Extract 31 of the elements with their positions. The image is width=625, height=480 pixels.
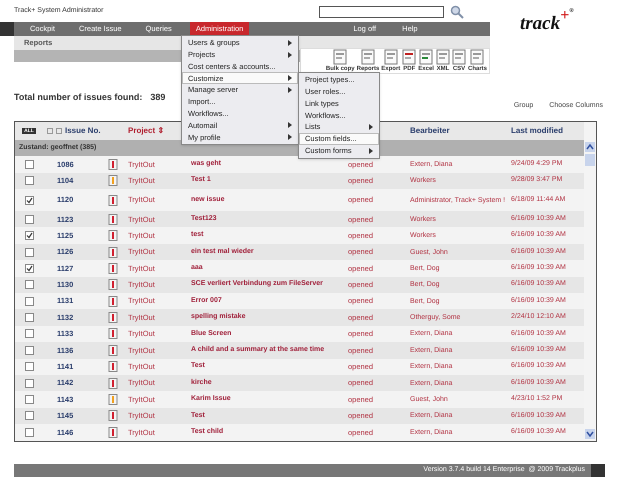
row-checkbox[interactable] (24, 160, 34, 169)
row-checkbox[interactable] (24, 346, 34, 355)
row-checkbox[interactable] (24, 214, 34, 224)
scrollbar[interactable] (584, 122, 596, 440)
issue-count: 389 (150, 92, 166, 104)
scroll-down-icon[interactable] (585, 428, 595, 438)
row-checkbox[interactable] (24, 428, 34, 437)
scroll-up-icon[interactable] (585, 142, 595, 152)
row-checkbox[interactable] (24, 248, 34, 256)
column-header[interactable]: Last modified (507, 126, 584, 136)
row-checkbox[interactable] (24, 378, 34, 388)
search-field[interactable] (319, 6, 444, 18)
row-checkbox[interactable] (24, 329, 34, 338)
row-checkbox[interactable] (24, 176, 34, 186)
row-checkbox[interactable] (24, 313, 34, 322)
row-checkbox[interactable] (24, 280, 34, 290)
row-checkbox[interactable] (24, 231, 34, 240)
scroll-thumb[interactable] (585, 154, 595, 166)
nav-bar-end (0, 22, 14, 36)
row-checkbox[interactable] (24, 411, 34, 420)
search-icon[interactable] (450, 5, 464, 19)
expand-collapse-icon[interactable] (47, 128, 62, 134)
row-checkbox[interactable] (24, 395, 34, 404)
row-checkbox[interactable] (24, 362, 34, 372)
row-checkbox[interactable] (24, 264, 34, 273)
issue-count-label: Total number of issues found: (14, 92, 142, 104)
column-header[interactable]: Bearbeiter (406, 126, 507, 136)
column-header[interactable]: Issue No. (65, 126, 101, 136)
row-checkbox[interactable] (24, 296, 34, 306)
footer-bar-end (591, 464, 605, 476)
row-checkbox[interactable] (24, 196, 34, 205)
